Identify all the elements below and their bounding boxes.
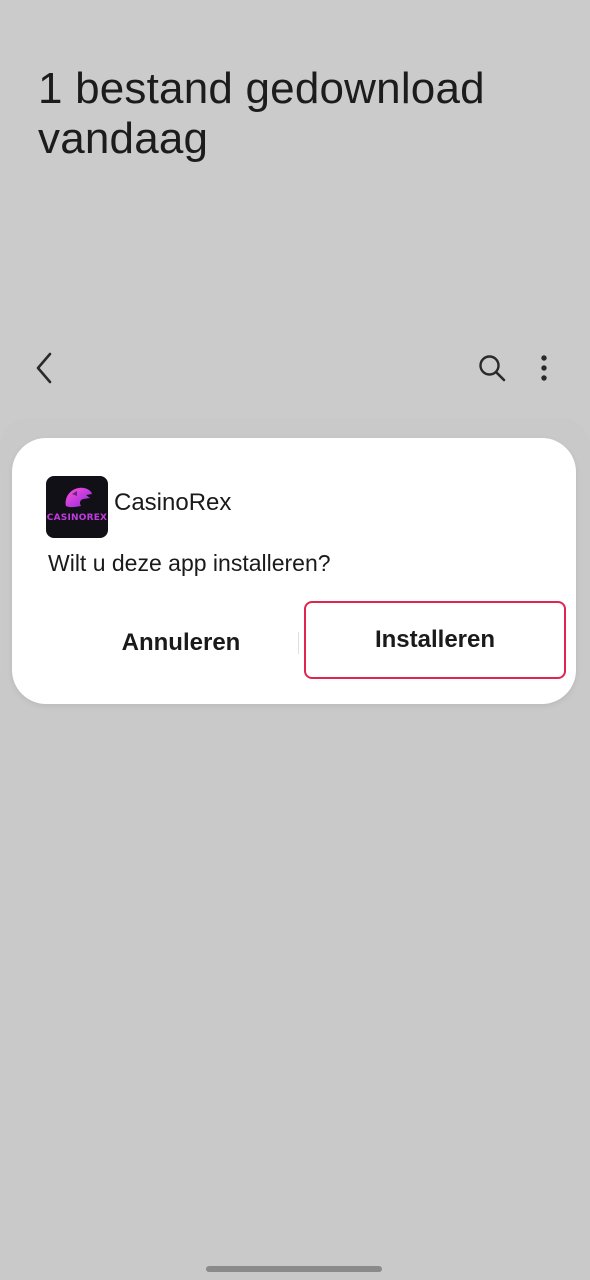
search-button[interactable] [472,350,512,390]
page-title: 1 bestand gedownload vandaag [38,64,485,163]
install-question: Wilt u deze app installeren? [48,550,331,576]
casinorex-logo-icon [65,487,92,508]
install-button[interactable]: Installeren [304,601,566,679]
back-button[interactable] [24,350,64,390]
more-vertical-icon [540,354,548,387]
cancel-button[interactable]: Annuleren [52,602,310,684]
install-dialog: CASINOREX CasinoRex Wilt u deze app inst… [12,438,576,704]
chevron-left-icon [33,350,55,391]
app-icon: CASINOREX [46,476,108,538]
home-indicator[interactable] [206,1266,382,1272]
app-icon-wordmark: CASINOREX [46,513,108,523]
search-icon [477,353,507,388]
button-divider [298,632,299,654]
app-name: CasinoRex [114,489,232,516]
more-options-button[interactable] [524,350,564,390]
toolbar [0,340,590,400]
